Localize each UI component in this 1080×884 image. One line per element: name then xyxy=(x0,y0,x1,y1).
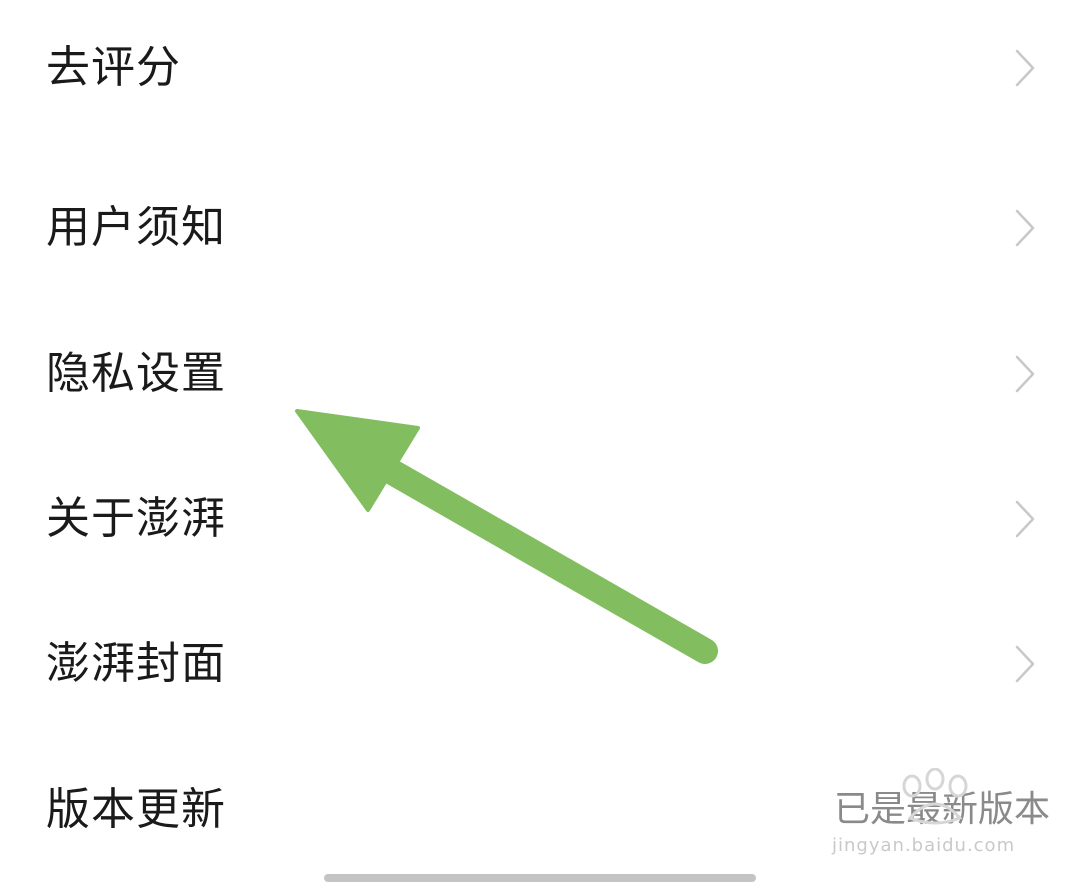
menu-item-version-update[interactable]: 版本更新 已是最新版本 xyxy=(0,755,1080,865)
menu-item-label: 用户须知 xyxy=(46,202,226,253)
chevron-right-icon xyxy=(1014,208,1036,248)
menu-item-label: 版本更新 xyxy=(46,784,226,835)
chevron-right-icon xyxy=(1014,644,1036,684)
settings-screen: 去评分 用户须知 隐私设置 关于澎湃 澎湃封面 版本更新 已是最新版本 jing… xyxy=(0,0,1080,884)
menu-item-about[interactable]: 关于澎湃 xyxy=(0,464,1080,574)
menu-item-label: 关于澎湃 xyxy=(46,493,226,544)
chevron-right-icon xyxy=(1014,48,1036,88)
home-indicator[interactable] xyxy=(324,874,756,882)
menu-item-privacy-settings[interactable]: 隐私设置 xyxy=(0,319,1080,429)
menu-item-rate[interactable]: 去评分 xyxy=(0,13,1080,123)
menu-item-label: 隐私设置 xyxy=(46,348,226,399)
menu-item-label: 澎湃封面 xyxy=(46,638,226,689)
annotation-arrow xyxy=(295,409,718,664)
menu-item-user-notice[interactable]: 用户须知 xyxy=(0,173,1080,283)
menu-item-cover[interactable]: 澎湃封面 xyxy=(0,609,1080,719)
chevron-right-icon xyxy=(1014,499,1036,539)
chevron-right-icon xyxy=(1014,354,1036,394)
menu-item-label: 去评分 xyxy=(46,42,181,93)
version-status-text: 已是最新版本 xyxy=(833,789,1050,830)
